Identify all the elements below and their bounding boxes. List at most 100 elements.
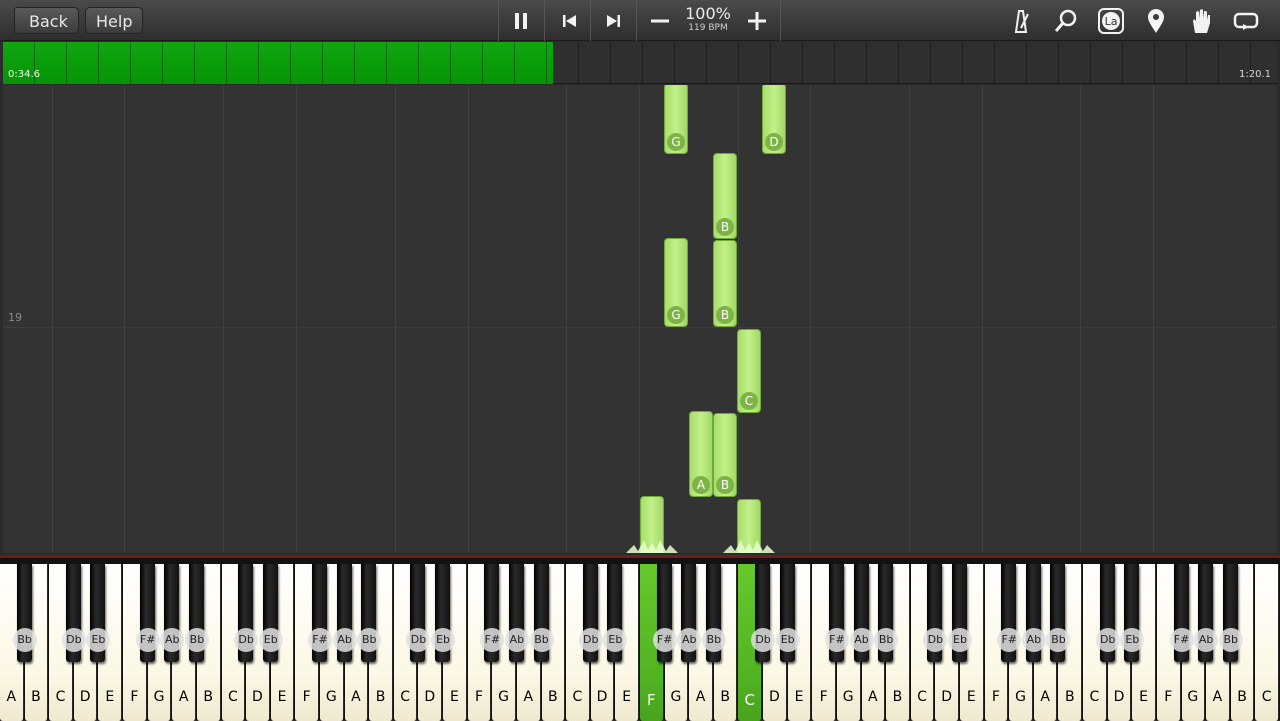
white-key-label: G xyxy=(325,689,337,705)
white-key-label: A xyxy=(695,689,706,705)
timeline-tick xyxy=(1122,42,1123,84)
black-key[interactable]: Bb xyxy=(701,564,726,662)
timeline-tick xyxy=(482,42,483,84)
black-key[interactable]: Bb xyxy=(357,564,382,662)
roll-gridline xyxy=(52,85,53,553)
black-key[interactable]: Bb xyxy=(1218,564,1243,662)
white-key-label: G xyxy=(670,689,682,705)
timeline-tick xyxy=(674,42,675,84)
black-key[interactable]: Eb xyxy=(603,564,628,662)
back-button[interactable]: Back xyxy=(14,7,79,34)
timeline-tick xyxy=(450,42,451,84)
black-key[interactable]: Ab xyxy=(504,564,529,662)
metronome-icon[interactable] xyxy=(1006,6,1036,36)
pause-icon[interactable] xyxy=(506,6,536,36)
skip-forward-icon[interactable] xyxy=(599,6,629,36)
plus-icon[interactable] xyxy=(742,6,772,36)
black-key[interactable]: Db xyxy=(1095,564,1120,662)
white-key-label: D xyxy=(596,689,608,705)
loop-icon[interactable] xyxy=(1231,6,1261,36)
roll-gridline xyxy=(296,85,297,553)
white-key[interactable]: C xyxy=(1255,564,1279,721)
black-key-label: Ab xyxy=(504,628,529,652)
skip-back-icon[interactable] xyxy=(554,6,584,36)
help-button[interactable]: Help xyxy=(85,7,144,34)
hand-icon[interactable] xyxy=(1186,6,1216,36)
timeline-tick xyxy=(1058,42,1059,84)
black-key[interactable]: Ab xyxy=(849,564,874,662)
black-key[interactable]: Bb xyxy=(529,564,554,662)
measure-line xyxy=(3,327,1277,328)
timeline-tick xyxy=(1026,42,1027,84)
black-key[interactable]: F# xyxy=(308,564,332,662)
black-key-label: F# xyxy=(308,628,332,652)
minus-icon[interactable] xyxy=(645,6,675,36)
black-key[interactable]: Eb xyxy=(258,564,283,662)
note-label: B xyxy=(716,218,734,236)
black-key[interactable]: Ab xyxy=(160,564,185,662)
black-key[interactable]: Eb xyxy=(1120,564,1145,662)
white-key-label: A xyxy=(523,689,534,705)
roll-gridline xyxy=(1080,85,1081,553)
toolbar-divider xyxy=(544,0,545,41)
black-key[interactable]: Db xyxy=(234,564,259,662)
note-label: G xyxy=(667,133,685,151)
note-label: G xyxy=(667,306,685,324)
note-label: B xyxy=(716,476,734,494)
black-key[interactable]: F# xyxy=(997,564,1022,662)
timeline-scrubber[interactable]: 0:34.6 1:20.1 xyxy=(3,42,1277,84)
black-key[interactable]: F# xyxy=(652,564,677,662)
black-key[interactable]: Ab xyxy=(1194,564,1219,662)
black-key[interactable]: F# xyxy=(824,564,849,662)
timeline-tick xyxy=(898,42,899,84)
white-key-label: G xyxy=(842,689,854,705)
piano-keyboard: ABCDEFGABCDEFGABCDEFGABCDEFGABCDEFGABCDE… xyxy=(0,555,1280,721)
black-key-label: Eb xyxy=(948,628,972,652)
black-key[interactable]: Db xyxy=(923,564,948,662)
timeline-tick xyxy=(418,42,419,84)
roll-gridline xyxy=(810,85,811,553)
black-key[interactable]: Bb xyxy=(1046,564,1071,662)
falling-note: A xyxy=(689,411,713,497)
black-key[interactable]: Bb xyxy=(874,564,899,662)
black-key[interactable]: Bb xyxy=(12,564,37,662)
white-key-label: C xyxy=(227,689,238,705)
black-key[interactable]: Bb xyxy=(184,564,209,662)
falling-note: G xyxy=(664,85,688,154)
timeline-tick xyxy=(1090,42,1091,84)
black-key-label: Db xyxy=(751,628,776,652)
black-key[interactable]: Ab xyxy=(1021,564,1046,662)
black-key[interactable]: Db xyxy=(61,564,86,662)
black-key[interactable]: Eb xyxy=(775,564,800,662)
black-key[interactable]: Ab xyxy=(332,564,357,662)
roll-gridline xyxy=(223,85,224,553)
black-key[interactable]: F# xyxy=(1169,564,1194,662)
black-key[interactable]: Eb xyxy=(431,564,456,662)
white-key-label: F xyxy=(1164,689,1173,705)
roll-gridline xyxy=(468,85,469,553)
white-key-label: D xyxy=(79,689,91,705)
black-key[interactable]: Eb xyxy=(948,564,972,662)
black-key[interactable]: F# xyxy=(135,564,160,662)
black-key[interactable]: Ab xyxy=(677,564,702,662)
black-key[interactable]: F# xyxy=(480,564,505,662)
toolbar-divider xyxy=(590,0,591,41)
timeline-tick xyxy=(770,42,771,84)
bpm-readout: 119 BPM xyxy=(688,23,728,33)
black-key[interactable]: Db xyxy=(578,564,603,662)
hit-sparkle xyxy=(626,540,678,553)
black-key-label: Bb xyxy=(874,628,899,652)
white-key-label: E xyxy=(1139,689,1149,705)
white-key-label: A xyxy=(351,689,361,705)
black-key-label: Ab xyxy=(332,628,357,652)
tempo-percent: 100% xyxy=(685,4,731,23)
search-icon[interactable] xyxy=(1051,6,1081,36)
note-label-icon[interactable]: La xyxy=(1096,6,1126,36)
current-time: 0:34.6 xyxy=(8,69,40,80)
black-key[interactable]: Eb xyxy=(86,564,111,662)
marker-icon[interactable] xyxy=(1141,6,1171,36)
black-key[interactable]: Db xyxy=(406,564,431,662)
black-key[interactable]: Db xyxy=(751,564,776,662)
roll-gridline xyxy=(124,85,125,553)
falling-note: C xyxy=(737,329,761,413)
